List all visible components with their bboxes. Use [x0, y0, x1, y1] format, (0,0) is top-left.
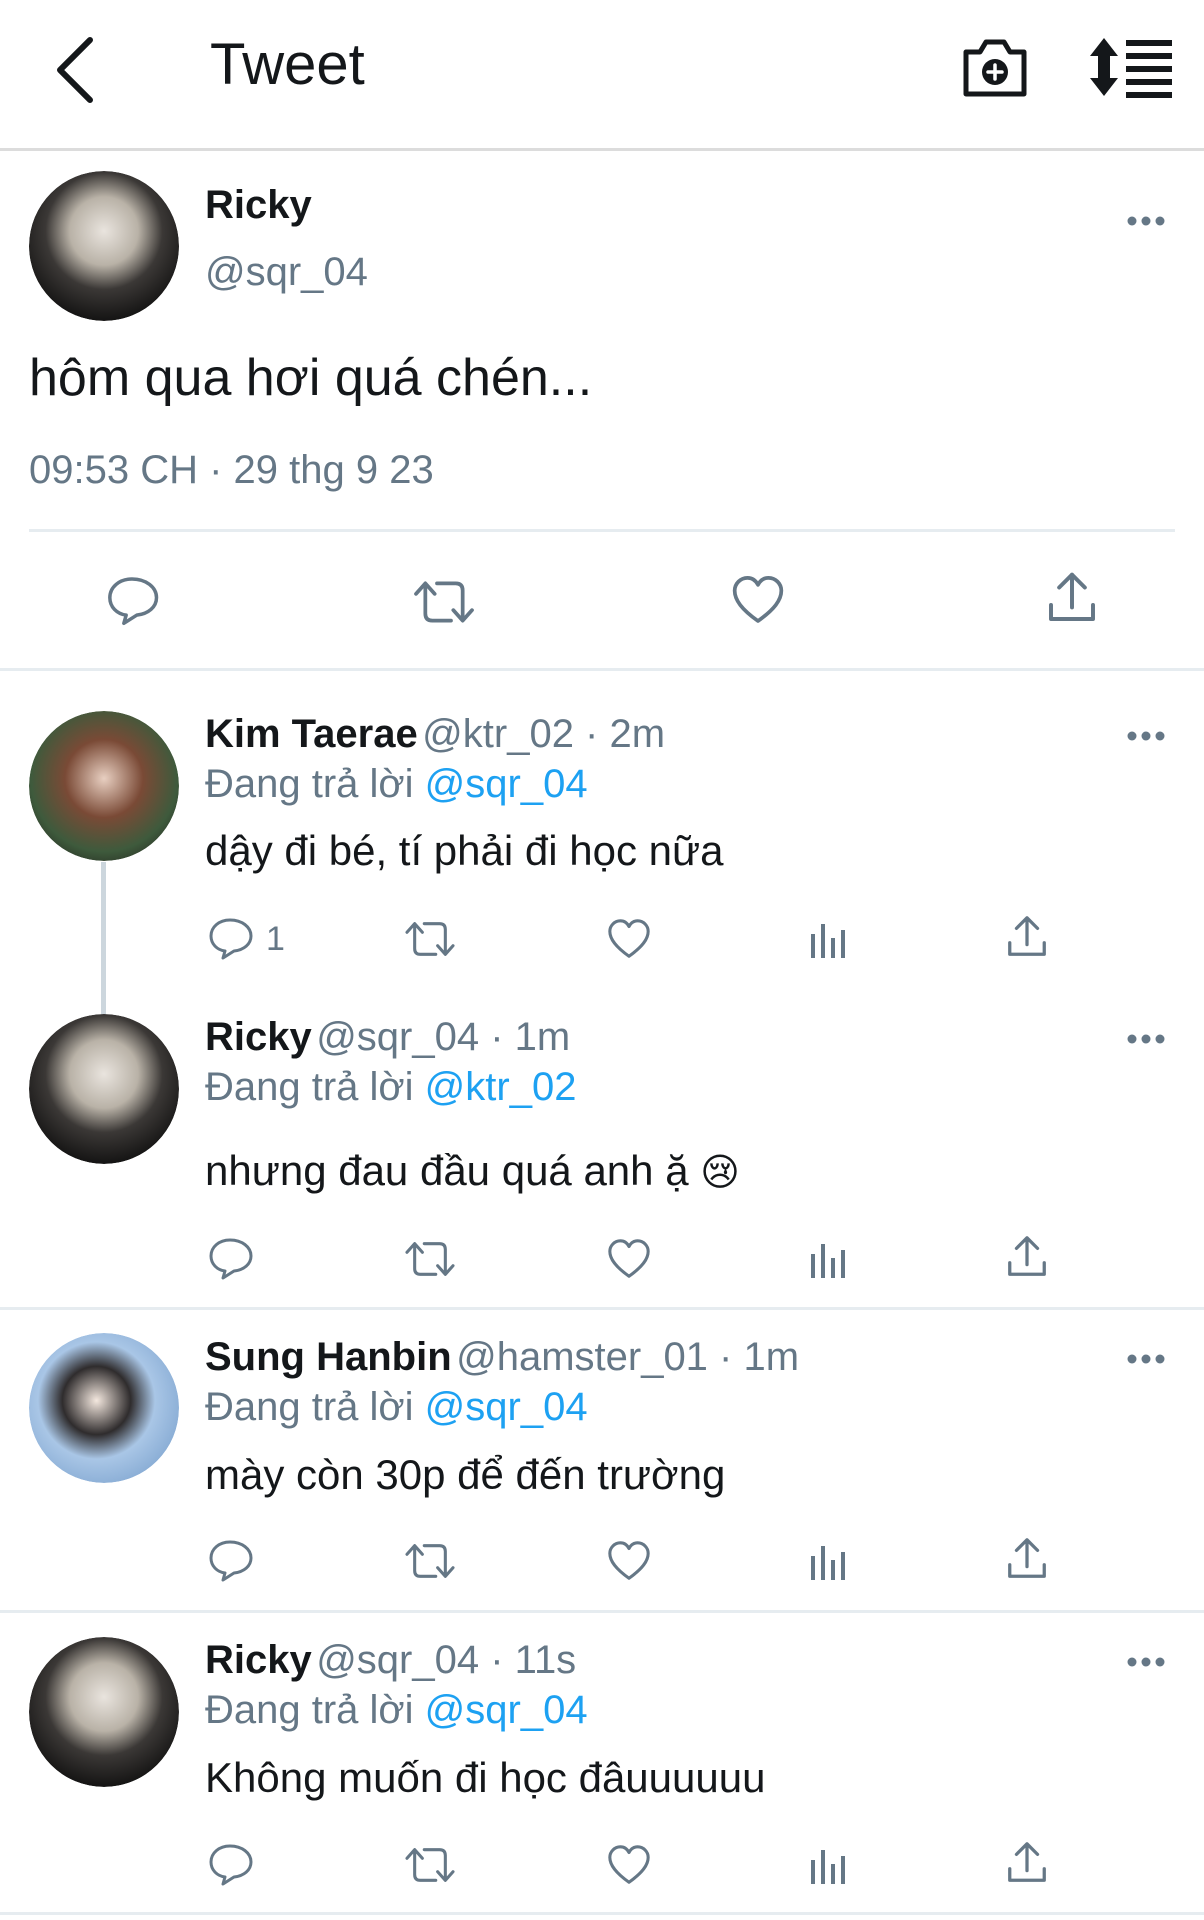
- author-handle-time: @sqr_04 · 11s: [316, 1638, 577, 1682]
- reply-icon[interactable]: [206, 914, 254, 962]
- sort-icon[interactable]: [1090, 36, 1174, 98]
- more-icon[interactable]: [1126, 730, 1166, 742]
- retweet-icon[interactable]: [402, 1538, 458, 1584]
- more-icon[interactable]: [1126, 1656, 1166, 1668]
- reply-text: mày còn 30p để đến trường: [205, 1451, 726, 1498]
- like-icon[interactable]: [606, 1237, 652, 1281]
- share-icon[interactable]: [1004, 1840, 1050, 1886]
- more-icon[interactable]: [1126, 1353, 1166, 1365]
- like-icon[interactable]: [730, 574, 786, 626]
- divider: [0, 1610, 1204, 1613]
- replying-to-link[interactable]: @sqr_04: [425, 762, 588, 806]
- avatar[interactable]: [29, 711, 179, 861]
- analytics-icon[interactable]: [808, 1846, 848, 1886]
- divider: [0, 1307, 1204, 1310]
- author-handle[interactable]: @sqr_04: [205, 250, 368, 295]
- tweet-text: hôm qua hơi quá chén...: [29, 349, 593, 407]
- reply-text: dậy đi bé, tí phải đi học nữa: [205, 827, 724, 874]
- divider: [0, 668, 1204, 671]
- author-name[interactable]: Ricky: [205, 1015, 312, 1059]
- reply-icon[interactable]: [104, 572, 160, 628]
- author-name[interactable]: Sung Hanbin: [205, 1335, 452, 1379]
- author-handle-time: @ktr_02 · 2m: [422, 712, 666, 756]
- analytics-icon[interactable]: [808, 1240, 848, 1280]
- avatar[interactable]: [29, 1333, 179, 1483]
- tweet-timestamp: 09:53 CH · 29 thg 9 23: [29, 448, 434, 492]
- replying-to-label: Đang trả lời: [205, 1688, 414, 1732]
- like-icon[interactable]: [606, 1539, 652, 1583]
- analytics-icon[interactable]: [808, 920, 848, 960]
- retweet-icon[interactable]: [402, 916, 458, 962]
- share-icon[interactable]: [1044, 570, 1100, 626]
- reply-count: 1: [266, 920, 285, 958]
- reply-icon[interactable]: [206, 1536, 254, 1584]
- share-icon[interactable]: [1004, 1234, 1050, 1280]
- back-icon[interactable]: [40, 30, 120, 110]
- like-icon[interactable]: [606, 1843, 652, 1887]
- more-icon[interactable]: [1126, 215, 1166, 227]
- divider: [0, 1912, 1204, 1915]
- thread-line: [101, 862, 106, 1016]
- more-icon[interactable]: [1126, 1033, 1166, 1045]
- author-name[interactable]: Ricky: [205, 1638, 312, 1682]
- author-name[interactable]: Kim Taerae: [205, 712, 418, 756]
- replying-to-link[interactable]: @sqr_04: [425, 1688, 588, 1732]
- author-handle-time: @sqr_04 · 1m: [316, 1015, 571, 1059]
- replying-to-label: Đang trả lời: [205, 762, 414, 806]
- page-title: Tweet: [210, 32, 365, 97]
- retweet-icon[interactable]: [411, 574, 477, 630]
- avatar[interactable]: [29, 1637, 179, 1787]
- reply-icon[interactable]: [206, 1840, 254, 1888]
- crying-emoji: 😢: [700, 1152, 740, 1194]
- avatar[interactable]: [29, 171, 179, 321]
- avatar[interactable]: [29, 1014, 179, 1164]
- divider: [29, 529, 1175, 532]
- replying-to-link[interactable]: @ktr_02: [425, 1065, 577, 1109]
- retweet-icon[interactable]: [402, 1236, 458, 1282]
- replying-to-label: Đang trả lời: [205, 1385, 414, 1429]
- reply-text: nhưng đau đầu quá anh ặ: [205, 1147, 689, 1194]
- camera-icon[interactable]: [960, 34, 1030, 100]
- share-icon[interactable]: [1004, 1536, 1050, 1582]
- author-name[interactable]: Ricky: [205, 183, 312, 228]
- top-bar: Tweet: [0, 0, 1204, 151]
- analytics-icon[interactable]: [808, 1542, 848, 1582]
- reply-icon[interactable]: [206, 1234, 254, 1282]
- like-icon[interactable]: [606, 917, 652, 961]
- retweet-icon[interactable]: [402, 1842, 458, 1888]
- reply-text: Không muốn đi học đâuuuuuu: [205, 1754, 766, 1801]
- author-handle-time: @hamster_01 · 1m: [456, 1335, 800, 1379]
- replying-to-link[interactable]: @sqr_04: [425, 1385, 588, 1429]
- share-icon[interactable]: [1004, 914, 1050, 960]
- replying-to-label: Đang trả lời: [205, 1065, 414, 1109]
